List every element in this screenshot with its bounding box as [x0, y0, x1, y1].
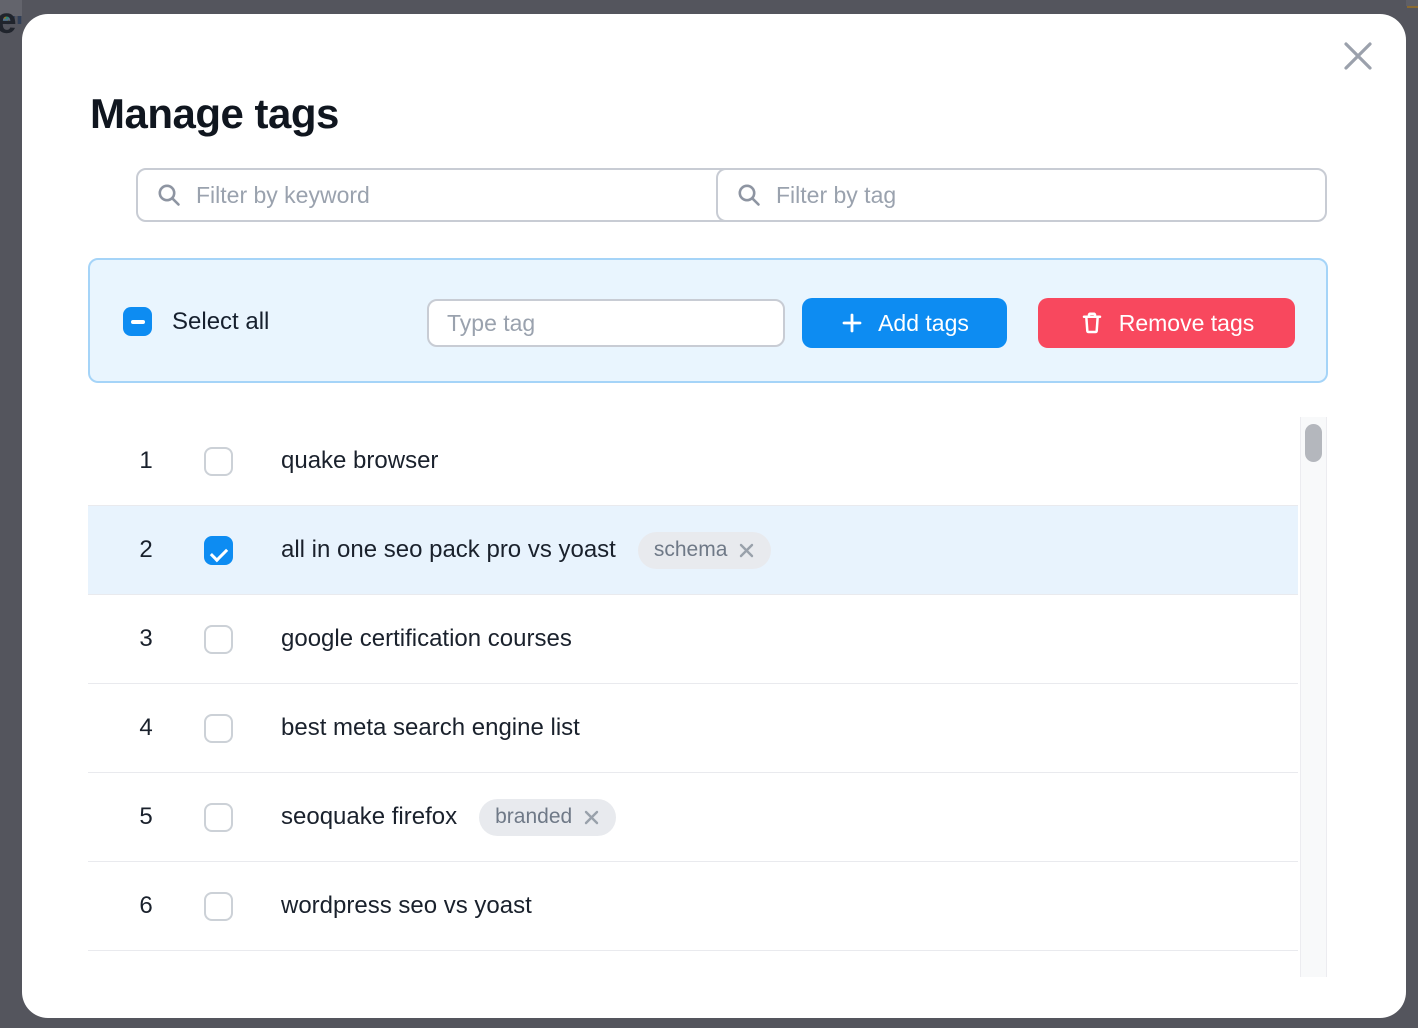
background-bold-text: e: [0, 0, 20, 40]
tag-pill: branded: [479, 799, 616, 836]
filter-keyword-box: [136, 168, 746, 222]
close-button[interactable]: [1334, 32, 1382, 80]
close-icon: [1339, 37, 1377, 75]
bulk-actions-toolbar: Select all Add tags Remove tags: [88, 258, 1328, 383]
trash-icon: [1079, 310, 1105, 336]
row-number: 3: [88, 625, 204, 653]
row-checkbox[interactable]: [204, 892, 233, 921]
row-checkbox[interactable]: [204, 714, 233, 743]
keyword-label: wordpress seo vs yoast: [281, 892, 532, 920]
indeterminate-minus-icon: [131, 320, 145, 324]
add-tags-button[interactable]: Add tags: [802, 298, 1007, 348]
table-row[interactable]: 5 seoquake firefox branded: [88, 773, 1298, 862]
filter-keyword-input[interactable]: [182, 170, 744, 220]
row-number: 5: [88, 803, 204, 831]
table-row[interactable]: 4 best meta search engine list: [88, 684, 1298, 773]
row-checkbox[interactable]: [204, 447, 233, 476]
keyword-label: seoquake firefox: [281, 803, 457, 831]
background-divider: [1406, 0, 1418, 6]
select-all-checkbox[interactable]: [123, 307, 152, 336]
row-checkbox[interactable]: [204, 536, 233, 565]
search-icon: [156, 182, 182, 208]
table-row[interactable]: 6 wordpress seo vs yoast: [88, 862, 1298, 951]
page-title: Manage tags: [90, 90, 339, 138]
filter-tag-box: [716, 168, 1327, 222]
keyword-label: all in one seo pack pro vs yoast: [281, 536, 616, 564]
keyword-label: google certification courses: [281, 625, 572, 653]
keyword-label: best meta search engine list: [281, 714, 580, 742]
list-scrollbar-track[interactable]: [1300, 417, 1327, 977]
row-checkbox[interactable]: [204, 803, 233, 832]
keyword-list: 1 quake browser 2 all in one seo pack pr…: [88, 417, 1298, 951]
remove-tags-label: Remove tags: [1119, 310, 1255, 337]
table-row[interactable]: 1 quake browser: [88, 417, 1298, 506]
row-number: 1: [88, 447, 204, 475]
row-checkbox[interactable]: [204, 625, 233, 654]
search-icon: [736, 182, 762, 208]
row-number: 2: [88, 536, 204, 564]
type-tag-input[interactable]: [429, 301, 783, 345]
filter-tag-input[interactable]: [762, 170, 1325, 220]
tag-label: branded: [495, 805, 572, 829]
list-scrollbar-thumb[interactable]: [1305, 424, 1322, 462]
type-tag-box: [427, 299, 785, 347]
select-all-label: Select all: [172, 307, 269, 336]
tag-label: schema: [654, 538, 728, 562]
add-tags-label: Add tags: [878, 310, 969, 337]
row-number: 6: [88, 892, 204, 920]
tag-pill: schema: [638, 532, 772, 569]
row-number: 4: [88, 714, 204, 742]
remove-tags-button[interactable]: Remove tags: [1038, 298, 1295, 348]
remove-tag-icon[interactable]: [583, 809, 600, 826]
remove-tag-icon[interactable]: [738, 542, 755, 559]
keyword-label: quake browser: [281, 447, 438, 475]
plus-icon: [840, 311, 864, 335]
manage-tags-modal: Manage tags Select all: [22, 14, 1406, 1018]
modal-overlay: ol S u e Manage tags: [0, 0, 1418, 1028]
table-row[interactable]: 3 google certification courses: [88, 595, 1298, 684]
table-row[interactable]: 2 all in one seo pack pro vs yoast schem…: [88, 506, 1298, 595]
